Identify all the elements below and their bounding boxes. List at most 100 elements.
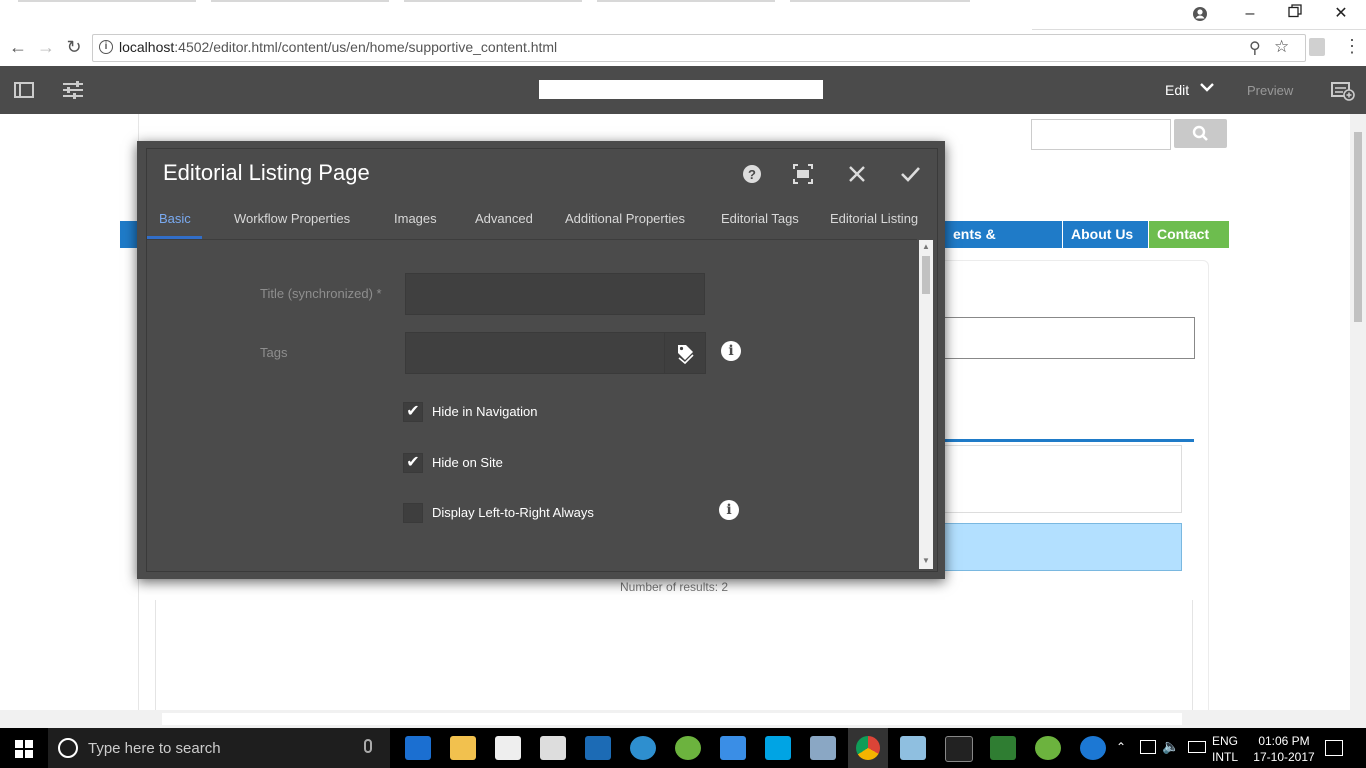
hide-on-site-checkbox[interactable]: ✔	[403, 453, 423, 473]
chevron-down-icon[interactable]	[1199, 79, 1215, 95]
help-icon[interactable]: ?	[738, 160, 766, 188]
profile-icon[interactable]	[1191, 5, 1209, 23]
close-window-icon[interactable]: ✕	[1326, 4, 1356, 24]
chrome-taskbar-button[interactable]	[848, 728, 888, 768]
done-checkmark-icon[interactable]	[896, 160, 924, 188]
keyboard-layout: INTL	[1212, 750, 1239, 764]
bookmark-star-icon[interactable]: ☆	[1274, 37, 1289, 57]
dialog-scrollbar[interactable]: ▲ ▼	[919, 240, 933, 569]
display-ltr-label: Display Left-to-Right Always	[432, 505, 594, 520]
network-icon[interactable]	[1140, 740, 1156, 754]
close-icon[interactable]	[843, 160, 871, 188]
tab-editorial-listing[interactable]: Editorial Listing	[830, 211, 918, 226]
nav-item-contact-us[interactable]: Contact Us	[1149, 221, 1229, 269]
file-explorer-icon[interactable]	[450, 736, 476, 760]
tag-picker-button[interactable]	[664, 332, 706, 374]
browser-tab[interactable]	[18, 0, 196, 2]
display-ltr-checkbox[interactable]	[403, 503, 423, 523]
network-app-icon[interactable]	[630, 736, 656, 760]
site-info-icon[interactable]: i	[99, 40, 113, 54]
tab-editorial-tags[interactable]: Editorial Tags	[721, 211, 799, 226]
clock[interactable]: 01:06 PM 17-10-2017	[1253, 733, 1315, 765]
restore-icon[interactable]	[1280, 4, 1310, 24]
pdf-extension-icon[interactable]	[1309, 38, 1325, 56]
scrollbar-thumb[interactable]	[1354, 132, 1362, 322]
result-item-highlighted[interactable]	[940, 523, 1182, 571]
nav-item-about-us[interactable]: About Us ⌄	[1063, 221, 1148, 269]
browser-menu-icon[interactable]: ⋮	[1343, 36, 1361, 57]
url-path: :4502/editor.html/content/us/en/home/sup…	[174, 39, 558, 55]
help-app-icon[interactable]	[1080, 736, 1106, 760]
zoom-icon[interactable]: ⚲	[1249, 38, 1261, 58]
page-vertical-scrollbar[interactable]	[1350, 114, 1366, 710]
reload-icon[interactable]: ↻	[62, 34, 86, 60]
minimize-icon[interactable]: –	[1235, 4, 1265, 24]
display-ltr-info-icon[interactable]: i	[719, 500, 739, 520]
spring-tool-icon[interactable]	[675, 736, 701, 760]
tab-additional-properties[interactable]: Additional Properties	[565, 211, 685, 226]
input-language[interactable]: ENG INTL	[1212, 733, 1238, 765]
clock-date: 17-10-2017	[1253, 750, 1315, 764]
scroll-up-arrow[interactable]: ▲	[922, 242, 930, 251]
browser-tab[interactable]	[597, 0, 775, 2]
nav-item-expertise[interactable]: ents & Expertise ⌄	[945, 221, 1062, 269]
scrollbar-thumb[interactable]	[922, 256, 930, 294]
annotations-icon[interactable]	[1331, 80, 1355, 102]
scroll-down-arrow[interactable]: ▼	[922, 556, 930, 565]
preview-button[interactable]: Preview	[1247, 83, 1293, 98]
taskbar-search-box[interactable]: Type here to search	[48, 728, 390, 768]
tab-basic[interactable]: Basic	[159, 211, 191, 226]
scrollbar-thumb[interactable]	[162, 713, 1182, 725]
tag-icon	[678, 345, 694, 365]
site-search-button[interactable]	[1174, 119, 1227, 148]
title-field[interactable]	[405, 273, 705, 315]
page-properties-icon[interactable]	[62, 80, 84, 100]
edge-icon[interactable]	[405, 736, 431, 760]
tab-workflow-properties[interactable]: Workflow Properties	[234, 211, 350, 226]
microphone-icon	[364, 739, 372, 753]
windows-start-icon[interactable]	[15, 740, 33, 758]
dialog-title: Editorial Listing Page	[163, 160, 370, 185]
url-host: localhost	[119, 39, 175, 55]
browser-tab[interactable]	[790, 0, 970, 2]
page-title-field[interactable]	[539, 80, 823, 99]
keyboard-icon[interactable]	[1188, 741, 1206, 753]
fullscreen-icon[interactable]	[789, 160, 817, 188]
spreadsheet-icon[interactable]	[990, 736, 1016, 760]
spring-tool-icon[interactable]	[1035, 736, 1061, 760]
content-search-field[interactable]	[940, 317, 1195, 359]
nav-item-label: About Us	[1071, 226, 1134, 242]
edit-mode-selector[interactable]: Edit	[1165, 82, 1189, 98]
svg-text:?: ?	[748, 167, 756, 182]
hide-in-navigation-checkbox[interactable]: ✔	[403, 402, 423, 422]
result-item[interactable]	[940, 445, 1182, 513]
tab-separator	[147, 239, 917, 240]
browser-tab[interactable]	[404, 0, 582, 2]
forward-icon[interactable]: →	[34, 34, 58, 60]
volume-icon[interactable]: 🔈	[1162, 738, 1179, 755]
side-panel-icon[interactable]	[14, 82, 34, 98]
site-search-input[interactable]	[1031, 119, 1171, 150]
results-divider	[940, 439, 1194, 442]
url-text: localhost:4502/editor.html/content/us/en…	[119, 39, 557, 55]
tray-chevron-icon[interactable]: ⌃	[1116, 740, 1126, 754]
tags-info-icon[interactable]: i	[721, 341, 741, 361]
notifications-icon[interactable]	[1325, 740, 1343, 756]
skype-icon[interactable]	[765, 736, 791, 760]
page-horizontal-scrollbar[interactable]	[0, 710, 1366, 728]
command-prompt-icon[interactable]	[945, 736, 973, 762]
clock-time: 01:06 PM	[1258, 734, 1310, 748]
outlook-icon[interactable]	[585, 736, 611, 760]
app-icon[interactable]	[810, 736, 836, 760]
title-field-label: Title (synchronized) *	[260, 286, 382, 301]
store-icon[interactable]	[495, 736, 521, 760]
back-icon[interactable]: ←	[6, 34, 30, 60]
tab-images[interactable]: Images	[394, 211, 437, 226]
notepad-icon[interactable]	[900, 736, 926, 760]
tab-advanced[interactable]: Advanced	[475, 211, 533, 226]
browser-tab[interactable]	[211, 0, 389, 2]
tags-field[interactable]	[405, 332, 665, 374]
remote-desktop-icon[interactable]	[720, 736, 746, 760]
address-bar[interactable]: i localhost:4502/editor.html/content/us/…	[92, 34, 1306, 62]
mail-icon[interactable]	[540, 736, 566, 760]
